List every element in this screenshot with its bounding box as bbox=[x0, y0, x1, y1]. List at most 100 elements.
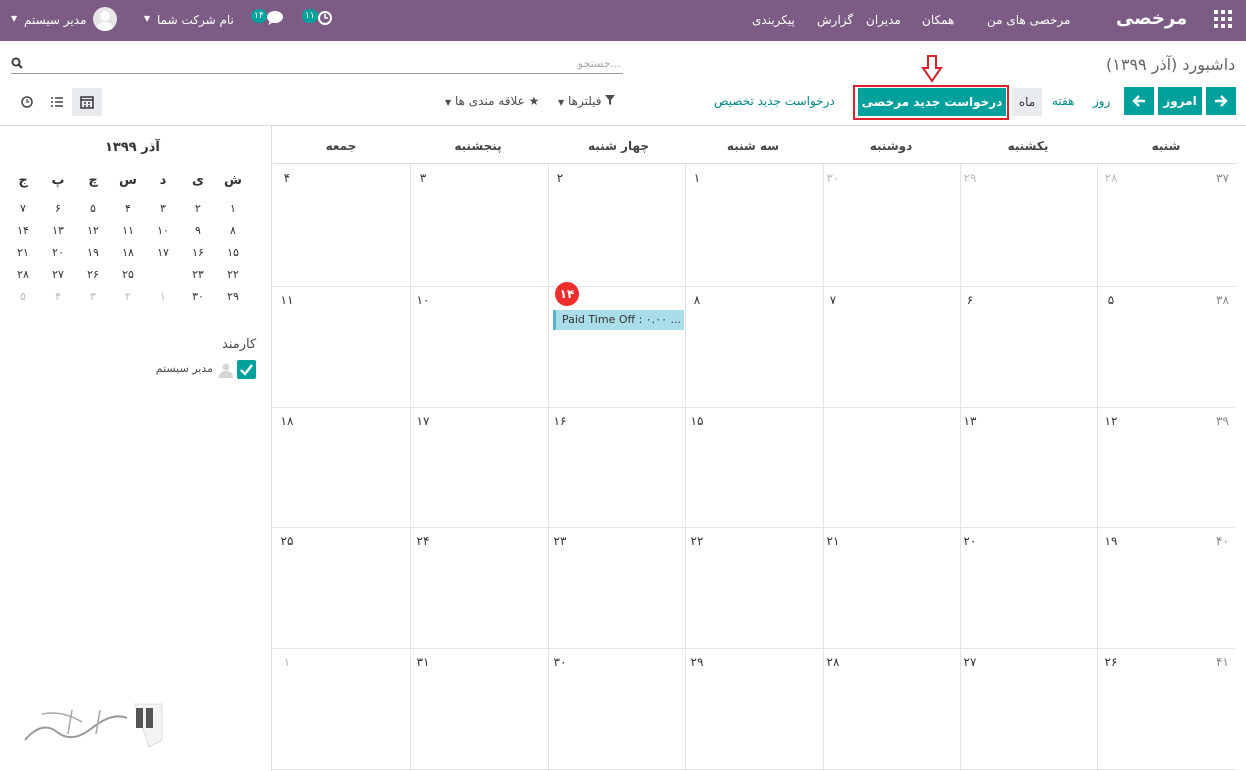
mini-calendar-day[interactable]: ۱۷ bbox=[148, 246, 178, 259]
filters-dropdown[interactable]: ▼ فیلترها bbox=[558, 94, 616, 108]
mini-calendar-day[interactable]: ۹ bbox=[183, 224, 213, 237]
calendar-day-number[interactable]: ۲۳ bbox=[548, 534, 572, 548]
arrow-down-icon bbox=[921, 55, 943, 83]
calendar-day-number[interactable]: ۵ bbox=[1099, 293, 1123, 307]
prev-button[interactable] bbox=[1124, 87, 1154, 115]
calendar-day-number[interactable]: ۱۲ bbox=[1099, 414, 1123, 428]
menu-configuration[interactable]: پیکربندی bbox=[752, 13, 795, 27]
calendar-day-number[interactable]: ۷ bbox=[821, 293, 845, 307]
mini-calendar-day[interactable]: ۱۰ bbox=[148, 224, 178, 237]
calendar-day-number[interactable]: ۲۲ bbox=[685, 534, 709, 548]
mini-calendar-day[interactable]: ۱۸ bbox=[113, 246, 143, 259]
calendar-day-number[interactable]: ۲۵ bbox=[275, 534, 299, 548]
calendar-day-number[interactable]: ۲ bbox=[548, 171, 572, 185]
next-button[interactable] bbox=[1206, 87, 1236, 115]
menu-my-leaves[interactable]: مرخصی های من bbox=[987, 13, 1070, 27]
calendar-day-number[interactable]: ۴ bbox=[275, 171, 299, 185]
list-view-button[interactable] bbox=[42, 88, 72, 116]
calendar-day-number[interactable]: ۱۹ bbox=[1099, 534, 1123, 548]
mini-calendar-day[interactable]: ۲۰ bbox=[43, 246, 73, 259]
search-icon[interactable] bbox=[11, 57, 23, 69]
calendar-day-number[interactable]: ۱۶ bbox=[548, 414, 572, 428]
mini-calendar-day[interactable]: ۱۳ bbox=[43, 224, 73, 237]
mini-calendar-day[interactable]: ۲۶ bbox=[78, 268, 108, 281]
mini-calendar-day[interactable]: ۵ bbox=[8, 290, 38, 303]
calendar-day-number[interactable]: ۱ bbox=[685, 171, 709, 185]
mini-calendar-day[interactable]: ۱ bbox=[148, 290, 178, 303]
calendar-day-number[interactable]: ۱ bbox=[275, 655, 299, 669]
mini-calendar-day[interactable]: ۱۴ bbox=[8, 224, 38, 237]
mini-calendar-day[interactable]: ۱۵ bbox=[218, 246, 248, 259]
new-allocation-request-link[interactable]: درخواست جدید تخصیص bbox=[714, 94, 835, 108]
calendar-day-number[interactable]: ۲۹ bbox=[958, 171, 982, 185]
day-view-button[interactable]: روز bbox=[1093, 94, 1110, 108]
star-icon: ★ bbox=[528, 94, 540, 108]
calendar-day-number[interactable]: ۲۶ bbox=[1099, 655, 1123, 669]
week-view-button[interactable]: هفته bbox=[1052, 94, 1074, 108]
checkbox-checked[interactable] bbox=[237, 360, 256, 379]
chevron-down-icon[interactable]: ▼ bbox=[11, 14, 17, 23]
mini-calendar-day[interactable]: ۲۵ bbox=[113, 268, 143, 281]
calendar-day-number[interactable]: ۱۱ bbox=[275, 293, 299, 307]
calendar-day-number[interactable]: ۸ bbox=[685, 293, 709, 307]
calendar-day-number[interactable]: ۱۸ bbox=[275, 414, 299, 428]
today-button[interactable]: امروز bbox=[1158, 87, 1202, 115]
month-view-button[interactable]: ماه bbox=[1012, 88, 1042, 116]
calendar-day-number[interactable]: ۳۰ bbox=[821, 171, 845, 185]
app-brand[interactable]: مرخصی bbox=[1116, 8, 1187, 29]
mini-calendar-day[interactable]: ۲۸ bbox=[8, 268, 38, 281]
employee-filter-item[interactable]: مدیر سیستم bbox=[150, 360, 258, 380]
mini-calendar-day[interactable]: ۱۱ bbox=[113, 224, 143, 237]
menu-colleagues[interactable]: همکان bbox=[922, 13, 954, 27]
mini-calendar-day[interactable]: ۲۱ bbox=[8, 246, 38, 259]
calendar-day-number[interactable]: ۶ bbox=[958, 293, 982, 307]
mini-calendar-day[interactable]: ۲ bbox=[113, 290, 143, 303]
mini-calendar-day[interactable]: ۴ bbox=[113, 202, 143, 215]
mini-calendar-day[interactable]: ۸ bbox=[218, 224, 248, 237]
mini-calendar-day[interactable]: ۶ bbox=[43, 202, 73, 215]
today-badge[interactable]: ۱۴ bbox=[555, 282, 579, 306]
activity-view-button[interactable] bbox=[12, 88, 42, 116]
calendar-view-button[interactable] bbox=[72, 88, 102, 116]
mini-calendar-day[interactable]: ۵ bbox=[78, 202, 108, 215]
calendar-day-number[interactable]: ۱۵ bbox=[685, 414, 709, 428]
mini-calendar-day[interactable]: ۱ bbox=[218, 202, 248, 215]
mini-calendar-day[interactable]: ۲۹ bbox=[218, 290, 248, 303]
calendar-day-number[interactable]: ۲۹ bbox=[685, 655, 709, 669]
mini-calendar-day[interactable]: ۳ bbox=[148, 202, 178, 215]
mini-calendar-day[interactable]: ۲ bbox=[183, 202, 213, 215]
calendar-event[interactable]: Paid Time Off : ۰.۰۰ ... bbox=[553, 310, 684, 330]
mini-calendar-day[interactable]: ۱۶ bbox=[183, 246, 213, 259]
chevron-down-icon[interactable]: ▼ bbox=[144, 14, 150, 23]
mini-calendar-day[interactable]: ۱۹ bbox=[78, 246, 108, 259]
calendar-day-number[interactable]: ۲۴ bbox=[411, 534, 435, 548]
company-switcher[interactable]: نام شرکت شما bbox=[157, 13, 234, 27]
calendar-day-number[interactable]: ۳۰ bbox=[548, 655, 572, 669]
calendar-day-number[interactable]: ۳ bbox=[411, 171, 435, 185]
calendar-day-number[interactable]: ۱۰ bbox=[411, 293, 435, 307]
mini-calendar-day[interactable]: ۲۳ bbox=[183, 268, 213, 281]
calendar-day-number[interactable]: ۱۳ bbox=[958, 414, 982, 428]
mini-calendar-day[interactable]: ۲۷ bbox=[43, 268, 73, 281]
calendar-day-number[interactable]: ۲۰ bbox=[958, 534, 982, 548]
menu-reporting[interactable]: گزارش bbox=[817, 13, 853, 27]
search-input[interactable] bbox=[31, 54, 621, 72]
apps-menu-icon[interactable] bbox=[1214, 10, 1232, 28]
mini-calendar-day[interactable]: ۲۲ bbox=[218, 268, 248, 281]
mini-calendar-day[interactable]: ۷ bbox=[8, 202, 38, 215]
calendar-day-number[interactable]: ۲۸ bbox=[821, 655, 845, 669]
calendar-day-number[interactable]: ۲۸ bbox=[1099, 171, 1123, 185]
calendar-day-number[interactable]: ۱۷ bbox=[411, 414, 435, 428]
mini-calendar-day[interactable]: ۳ bbox=[78, 290, 108, 303]
mini-calendar-today[interactable]: ۲۴ bbox=[148, 263, 178, 287]
mini-calendar-day[interactable]: ۴ bbox=[43, 290, 73, 303]
calendar-day-number[interactable]: ۲۷ bbox=[958, 655, 982, 669]
menu-managers[interactable]: مدیران bbox=[866, 13, 901, 27]
user-menu[interactable]: مدیر سیستم bbox=[24, 13, 87, 27]
mini-calendar-day[interactable]: ۱۲ bbox=[78, 224, 108, 237]
favorites-dropdown[interactable]: ▼ علاقه مندی ها ★ bbox=[445, 94, 539, 108]
mini-calendar-day[interactable]: ۳۰ bbox=[183, 290, 213, 303]
user-avatar[interactable] bbox=[93, 7, 117, 31]
calendar-day-number[interactable]: ۳۱ bbox=[411, 655, 435, 669]
calendar-day-number[interactable]: ۲۱ bbox=[821, 534, 845, 548]
